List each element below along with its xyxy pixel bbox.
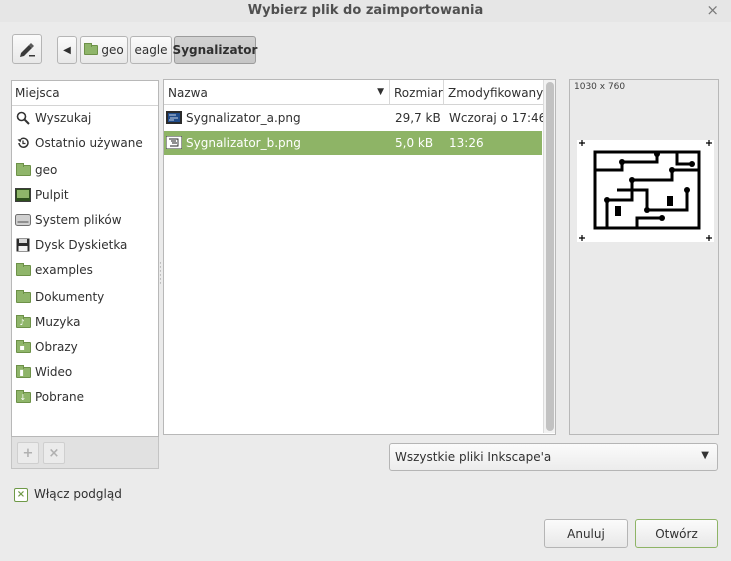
vertical-scrollbar[interactable] <box>543 80 555 433</box>
dialog-title: Wybierz plik do zaimportowania <box>247 3 484 18</box>
sort-arrow-icon: ▼ <box>377 87 384 97</box>
place-label: Wideo <box>35 365 73 379</box>
breadcrumb-label: geo <box>101 43 124 57</box>
enable-preview-checkbox[interactable]: × <box>14 488 28 502</box>
search-icon <box>15 110 31 126</box>
scrollbar-thumb[interactable] <box>546 82 554 431</box>
file-size: 29,7 kB <box>395 111 441 125</box>
places-panel: Miejsca Wyszukaj Ostatnio używane geo Pu… <box>11 80 159 437</box>
file-modified: 13:26 <box>449 136 484 150</box>
title-bar: Wybierz plik do zaimportowania × <box>0 0 731 22</box>
place-label: Ostatnio używane <box>35 136 143 150</box>
column-header-modified[interactable]: Zmodyfikowany <box>444 80 543 105</box>
place-label: System plików <box>35 213 122 227</box>
place-label: Obrazy <box>35 340 78 354</box>
documents-folder-icon <box>15 289 31 303</box>
drive-icon <box>15 212 31 228</box>
place-item-video[interactable]: ▮ Wideo <box>15 362 72 382</box>
pane-resize-handle[interactable]: · · · · · · <box>159 260 162 289</box>
folder-icon <box>15 262 31 276</box>
place-label: geo <box>35 163 58 177</box>
place-item-downloads[interactable]: ↓ Pobrane <box>15 387 84 407</box>
place-label: Pulpit <box>35 188 69 202</box>
breadcrumb-sygnalizator[interactable]: Sygnalizator <box>172 36 258 64</box>
close-icon[interactable]: × <box>706 1 719 19</box>
place-label: Wyszukaj <box>35 111 92 125</box>
place-item-music[interactable]: ♪ Muzyka <box>15 312 80 332</box>
place-item-recent[interactable]: Ostatnio używane <box>15 133 143 153</box>
file-name: Sygnalizator_a.png <box>186 111 301 125</box>
pictures-folder-icon: ▪ <box>15 339 31 353</box>
place-item-search[interactable]: Wyszukaj <box>15 108 91 128</box>
place-label: Muzyka <box>35 315 81 329</box>
edit-location-button[interactable] <box>12 34 42 64</box>
file-modified: Wczoraj o 17:46 <box>449 111 547 125</box>
place-item-desktop[interactable]: Pulpit <box>15 185 69 205</box>
places-header: Miejsca <box>12 81 158 106</box>
back-arrow-icon: ◀ <box>63 44 71 56</box>
open-button[interactable]: Otwórz <box>635 519 718 548</box>
add-place-button[interactable]: + <box>17 442 39 464</box>
place-label: Dokumenty <box>35 290 105 304</box>
home-folder-icon <box>15 162 31 176</box>
file-list: Nazwa ▼ Rozmiar Zmodyfikowany Sygnalizat… <box>163 79 556 435</box>
back-button[interactable]: ◀ <box>57 36 77 64</box>
video-folder-icon: ▮ <box>15 364 31 378</box>
checkmark-icon: × <box>16 489 26 500</box>
chevron-down-icon: ▼ <box>701 450 709 461</box>
place-label: Dysk Dyskietka <box>35 238 128 252</box>
pencil-icon <box>20 43 35 57</box>
breadcrumb-eagle[interactable]: eagle <box>130 36 172 64</box>
enable-preview-label: Włącz podgląd <box>34 487 122 501</box>
place-label: examples <box>35 263 93 277</box>
image-thumbnail-icon <box>166 136 182 149</box>
floppy-icon <box>15 237 31 253</box>
place-item-floppy[interactable]: Dysk Dyskietka <box>15 235 127 255</box>
cancel-button[interactable]: Anuluj <box>544 519 628 548</box>
file-row[interactable]: Sygnalizator_a.png 29,7 kB Wczoraj o 17:… <box>164 106 546 130</box>
remove-place-button[interactable]: × <box>43 442 65 464</box>
breadcrumb-label: eagle <box>134 43 168 57</box>
plus-icon: + <box>22 445 34 461</box>
home-folder-icon <box>84 43 99 55</box>
place-item-documents[interactable]: Dokumenty <box>15 287 104 307</box>
column-header-size[interactable]: Rozmiar <box>390 80 444 105</box>
preview-image <box>577 140 714 242</box>
file-size: 5,0 kB <box>395 136 434 150</box>
file-type-filter-select[interactable]: Wszystkie pliki Inkscape'a ▼ <box>389 443 718 471</box>
place-item-filesystem[interactable]: System plików <box>15 210 122 230</box>
place-label: Pobrane <box>35 390 85 404</box>
desktop-icon <box>15 187 31 203</box>
remove-icon: × <box>48 445 60 461</box>
downloads-folder-icon: ↓ <box>15 389 31 403</box>
preview-panel: 1030 x 760 <box>569 79 719 435</box>
image-dimensions: 1030 x 760 <box>574 82 626 92</box>
music-folder-icon: ♪ <box>15 314 31 328</box>
file-row-selected[interactable]: Sygnalizator_b.png 5,0 kB 13:26 <box>164 131 542 155</box>
place-item-examples[interactable]: examples <box>15 260 93 280</box>
filter-selected-value: Wszystkie pliki Inkscape'a <box>395 450 552 464</box>
breadcrumb-label: Sygnalizator <box>172 43 258 57</box>
breadcrumb-geo[interactable]: geo <box>80 36 128 64</box>
column-header-name[interactable]: Nazwa ▼ <box>164 80 390 105</box>
file-name: Sygnalizator_b.png <box>186 136 301 150</box>
places-toolbar: + × <box>11 437 159 469</box>
place-item-geo[interactable]: geo <box>15 160 57 180</box>
image-thumbnail-icon <box>166 111 182 124</box>
place-item-pictures[interactable]: ▪ Obrazy <box>15 337 78 357</box>
recent-icon <box>15 135 31 151</box>
pcb-preview-image <box>579 140 712 241</box>
